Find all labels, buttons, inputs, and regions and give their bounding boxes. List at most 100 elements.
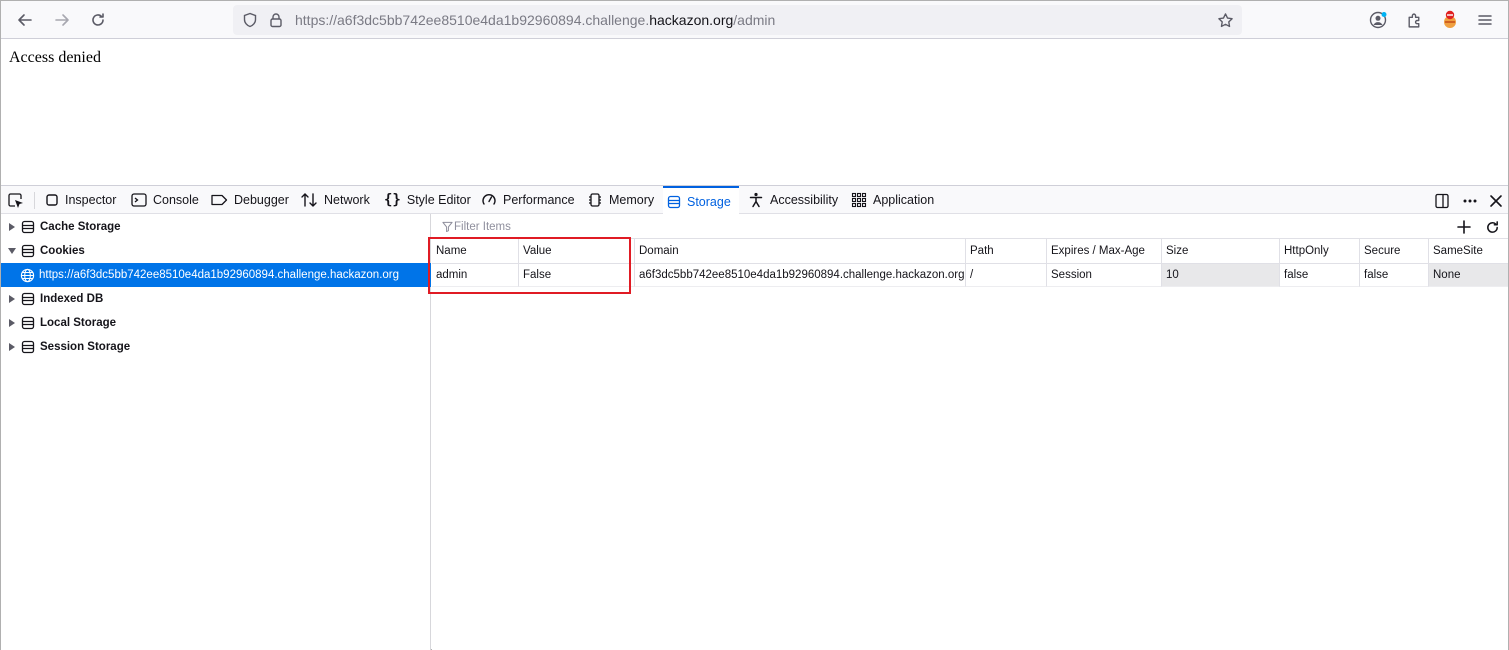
storage-icon bbox=[667, 195, 681, 208]
dock-toggle-button[interactable] bbox=[1432, 191, 1452, 211]
database-icon bbox=[20, 291, 36, 307]
element-picker-icon bbox=[8, 193, 23, 208]
column-header-samesite[interactable]: SameSite bbox=[1429, 239, 1508, 264]
tree-item-cookie-host[interactable]: https://a6f3dc5bb742ee8510e4da1b92960894… bbox=[1, 263, 431, 287]
url-path: /admin bbox=[733, 12, 776, 28]
table-cell-domain[interactable]: a6f3dc5bb742ee8510e4da1b92960894.challen… bbox=[635, 264, 966, 287]
add-item-button[interactable] bbox=[1454, 217, 1474, 237]
tree-item-session-storage[interactable]: Session Storage bbox=[1, 335, 431, 359]
account-icon bbox=[1369, 11, 1387, 29]
menu-button[interactable] bbox=[1472, 7, 1498, 33]
dock-side-icon bbox=[1435, 193, 1449, 209]
performance-icon bbox=[482, 194, 496, 205]
collapse-arrow-icon[interactable] bbox=[7, 248, 17, 254]
element-picker-button[interactable] bbox=[7, 192, 25, 210]
reload-icon bbox=[92, 13, 104, 26]
tab-storage[interactable]: Storage bbox=[663, 186, 739, 215]
tab-memory[interactable]: Memory bbox=[583, 186, 658, 214]
browser-toolbar: https://a6f3dc5bb742ee8510e4da1b92960894… bbox=[1, 1, 1508, 39]
tab-label: Debugger bbox=[234, 193, 289, 207]
table-cell-httponly[interactable]: false bbox=[1280, 264, 1360, 287]
extension-badge-button[interactable] bbox=[1437, 7, 1463, 33]
column-header-secure[interactable]: Secure bbox=[1360, 239, 1429, 264]
tab-label: Console bbox=[153, 193, 199, 207]
application-icon bbox=[851, 192, 867, 208]
filter-icon bbox=[441, 220, 453, 232]
plus-icon bbox=[1457, 220, 1471, 234]
tree-item-local-storage[interactable]: Local Storage bbox=[1, 311, 431, 335]
inspector-icon bbox=[46, 194, 58, 206]
table-cell-secure[interactable]: false bbox=[1360, 264, 1429, 287]
ellipsis-icon bbox=[1463, 199, 1477, 203]
access-denied-message: Access denied bbox=[9, 49, 101, 66]
table-cell-value[interactable]: False bbox=[519, 264, 635, 287]
extensions-button[interactable] bbox=[1401, 7, 1427, 33]
url-host: hackazon.org bbox=[649, 12, 734, 28]
database-icon bbox=[20, 219, 36, 235]
table-cell-samesite[interactable]: None bbox=[1429, 264, 1508, 287]
toolbar-separator bbox=[34, 192, 35, 209]
tree-item-label: Indexed DB bbox=[40, 293, 104, 305]
back-button[interactable] bbox=[12, 7, 38, 33]
column-header-size[interactable]: Size bbox=[1162, 239, 1280, 264]
more-options-button[interactable] bbox=[1460, 191, 1480, 211]
column-header-name[interactable]: Name bbox=[432, 239, 519, 264]
table-cell-name[interactable]: admin bbox=[432, 264, 519, 287]
tree-item-cache-storage[interactable]: Cache Storage bbox=[1, 215, 431, 239]
bookmark-star-icon[interactable] bbox=[1216, 11, 1234, 29]
style-editor-icon: {} bbox=[384, 192, 401, 208]
column-header-value[interactable]: Value bbox=[519, 239, 635, 264]
globe-icon bbox=[1, 268, 35, 283]
console-icon bbox=[131, 193, 147, 207]
tab-inspector[interactable]: Inspector bbox=[41, 186, 120, 214]
expand-arrow-icon[interactable] bbox=[7, 223, 17, 231]
tab-accessibility[interactable]: Accessibility bbox=[744, 186, 842, 214]
shield-icon[interactable] bbox=[241, 11, 259, 29]
tab-label: Memory bbox=[609, 193, 655, 207]
close-devtools-button[interactable] bbox=[1486, 191, 1506, 211]
tab-application[interactable]: Application bbox=[847, 186, 938, 214]
puzzle-icon bbox=[1407, 13, 1419, 28]
column-header-expires[interactable]: Expires / Max-Age bbox=[1047, 239, 1162, 264]
tree-item-cookies[interactable]: Cookies bbox=[1, 239, 431, 263]
column-header-domain[interactable]: Domain bbox=[635, 239, 966, 264]
column-header-path[interactable]: Path bbox=[966, 239, 1047, 264]
table-cell-expires[interactable]: Session bbox=[1047, 264, 1162, 287]
tree-item-label: https://a6f3dc5bb742ee8510e4da1b92960894… bbox=[39, 269, 400, 281]
reload-button[interactable] bbox=[85, 7, 111, 33]
database-icon bbox=[20, 339, 36, 355]
forward-button[interactable] bbox=[49, 7, 75, 33]
refresh-items-button[interactable] bbox=[1482, 217, 1502, 237]
table-cell-size[interactable]: 10 bbox=[1162, 264, 1280, 287]
url-prefix: https://a6f3dc5bb742ee8510e4da1b92960894… bbox=[295, 12, 650, 28]
tab-style-editor[interactable]: {} Style Editor bbox=[380, 186, 475, 214]
column-header-httponly[interactable]: HttpOnly bbox=[1280, 239, 1360, 264]
tab-console[interactable]: Console bbox=[127, 186, 203, 214]
expand-arrow-icon[interactable] bbox=[7, 343, 17, 351]
storage-sidebar: Cache Storage Cookies https://a6f3dc5bb7… bbox=[1, 214, 431, 650]
debugger-icon bbox=[211, 194, 228, 206]
expand-arrow-icon[interactable] bbox=[7, 319, 17, 327]
tab-debugger[interactable]: Debugger bbox=[206, 186, 293, 214]
accessibility-icon bbox=[749, 192, 763, 208]
expand-arrow-icon[interactable] bbox=[7, 295, 17, 303]
cookies-table-panel: Name Value Domain Path Expires / Max-Age… bbox=[432, 214, 1508, 650]
table-cell-path[interactable]: / bbox=[966, 264, 1047, 287]
tab-label: Application bbox=[873, 193, 935, 207]
url-text[interactable]: https://a6f3dc5bb742ee8510e4da1b92960894… bbox=[295, 12, 775, 28]
network-icon bbox=[301, 193, 317, 207]
tab-label: Network bbox=[324, 193, 370, 207]
filter-bar bbox=[432, 214, 1508, 239]
hamburger-menu-icon bbox=[1478, 15, 1492, 25]
forward-arrow-icon bbox=[55, 14, 69, 26]
refresh-icon bbox=[1486, 220, 1498, 233]
filter-items-input[interactable] bbox=[454, 218, 1354, 235]
lock-icon[interactable] bbox=[267, 11, 285, 29]
tab-network[interactable]: Network bbox=[296, 186, 374, 214]
tree-item-indexed-db[interactable]: Indexed DB bbox=[1, 287, 431, 311]
url-bar[interactable]: https://a6f3dc5bb742ee8510e4da1b92960894… bbox=[233, 5, 1242, 35]
account-button[interactable] bbox=[1365, 7, 1391, 33]
tab-performance[interactable]: Performance bbox=[477, 186, 579, 214]
tab-label: Accessibility bbox=[770, 193, 839, 207]
database-icon bbox=[20, 243, 36, 259]
